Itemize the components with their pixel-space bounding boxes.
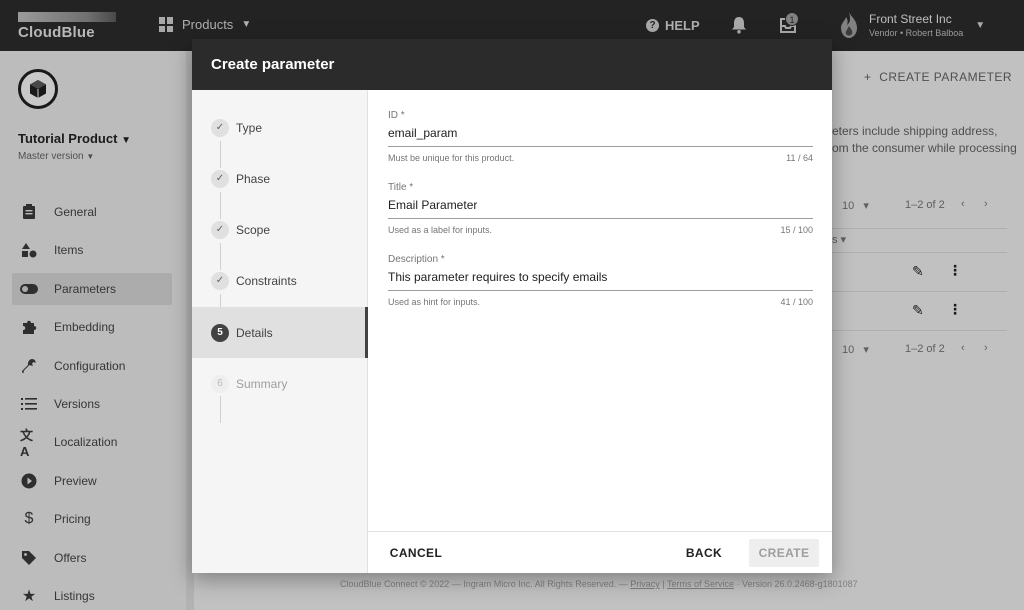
- step-phase[interactable]: ✓ Phase: [192, 153, 368, 204]
- title-field-label: Title *: [388, 182, 414, 193]
- dialog-footer: CANCEL BACK CREATE: [368, 531, 832, 573]
- step-number: 5: [211, 323, 229, 342]
- create-button[interactable]: CREATE: [749, 539, 819, 567]
- title-char-counter: 15 / 100: [780, 225, 813, 235]
- step-type[interactable]: ✓ Type: [192, 102, 368, 153]
- id-field: ID * email_param Must be unique for this…: [388, 110, 813, 182]
- step-number: 6: [211, 374, 229, 393]
- step-label: Summary: [236, 376, 288, 391]
- title-field: Title * Email Parameter Used as a label …: [388, 182, 813, 254]
- id-field-label: ID *: [388, 110, 405, 121]
- create-parameter-dialog: Create parameter ✓ Type ✓ Phase ✓ Scope …: [192, 39, 832, 573]
- title-hint-text: Used as a label for inputs.: [388, 225, 493, 235]
- check-icon: ✓: [211, 169, 229, 188]
- id-input[interactable]: email_param: [388, 126, 813, 147]
- step-label: Constraints: [236, 273, 297, 288]
- step-label: Type: [236, 120, 263, 135]
- step-constraints[interactable]: ✓ Constraints: [192, 255, 368, 306]
- back-button[interactable]: BACK: [678, 539, 730, 567]
- step-scope[interactable]: ✓ Scope: [192, 204, 368, 255]
- step-label: Phase: [236, 171, 271, 186]
- description-input[interactable]: This parameter requires to specify email…: [388, 270, 813, 291]
- id-char-counter: 11 / 64: [786, 153, 813, 163]
- description-field-label: Description *: [388, 254, 445, 265]
- dialog-title: Create parameter: [192, 39, 832, 90]
- description-hint-text: Used as hint for inputs.: [388, 297, 481, 307]
- step-label: Scope: [236, 222, 271, 237]
- step-details[interactable]: 5 Details: [192, 307, 368, 358]
- id-field-hint: Must be unique for this product. 11 / 64: [388, 153, 813, 163]
- step-summary[interactable]: 6 Summary: [192, 358, 368, 409]
- check-icon: ✓: [211, 118, 229, 137]
- step-label: Details: [236, 325, 273, 340]
- parameter-details-form: ID * email_param Must be unique for this…: [388, 110, 813, 326]
- title-field-hint: Used as a label for inputs. 15 / 100: [388, 225, 813, 235]
- title-input[interactable]: Email Parameter: [388, 198, 813, 219]
- cancel-button[interactable]: CANCEL: [386, 539, 446, 567]
- description-field: Description * This parameter requires to…: [388, 254, 813, 326]
- description-field-hint: Used as hint for inputs. 41 / 100: [388, 297, 813, 307]
- check-icon: ✓: [211, 271, 229, 290]
- id-hint-text: Must be unique for this product.: [388, 153, 515, 163]
- check-icon: ✓: [211, 220, 229, 239]
- wizard-stepper: ✓ Type ✓ Phase ✓ Scope ✓ Constraints 5 D…: [192, 90, 368, 573]
- description-char-counter: 41 / 100: [780, 297, 813, 307]
